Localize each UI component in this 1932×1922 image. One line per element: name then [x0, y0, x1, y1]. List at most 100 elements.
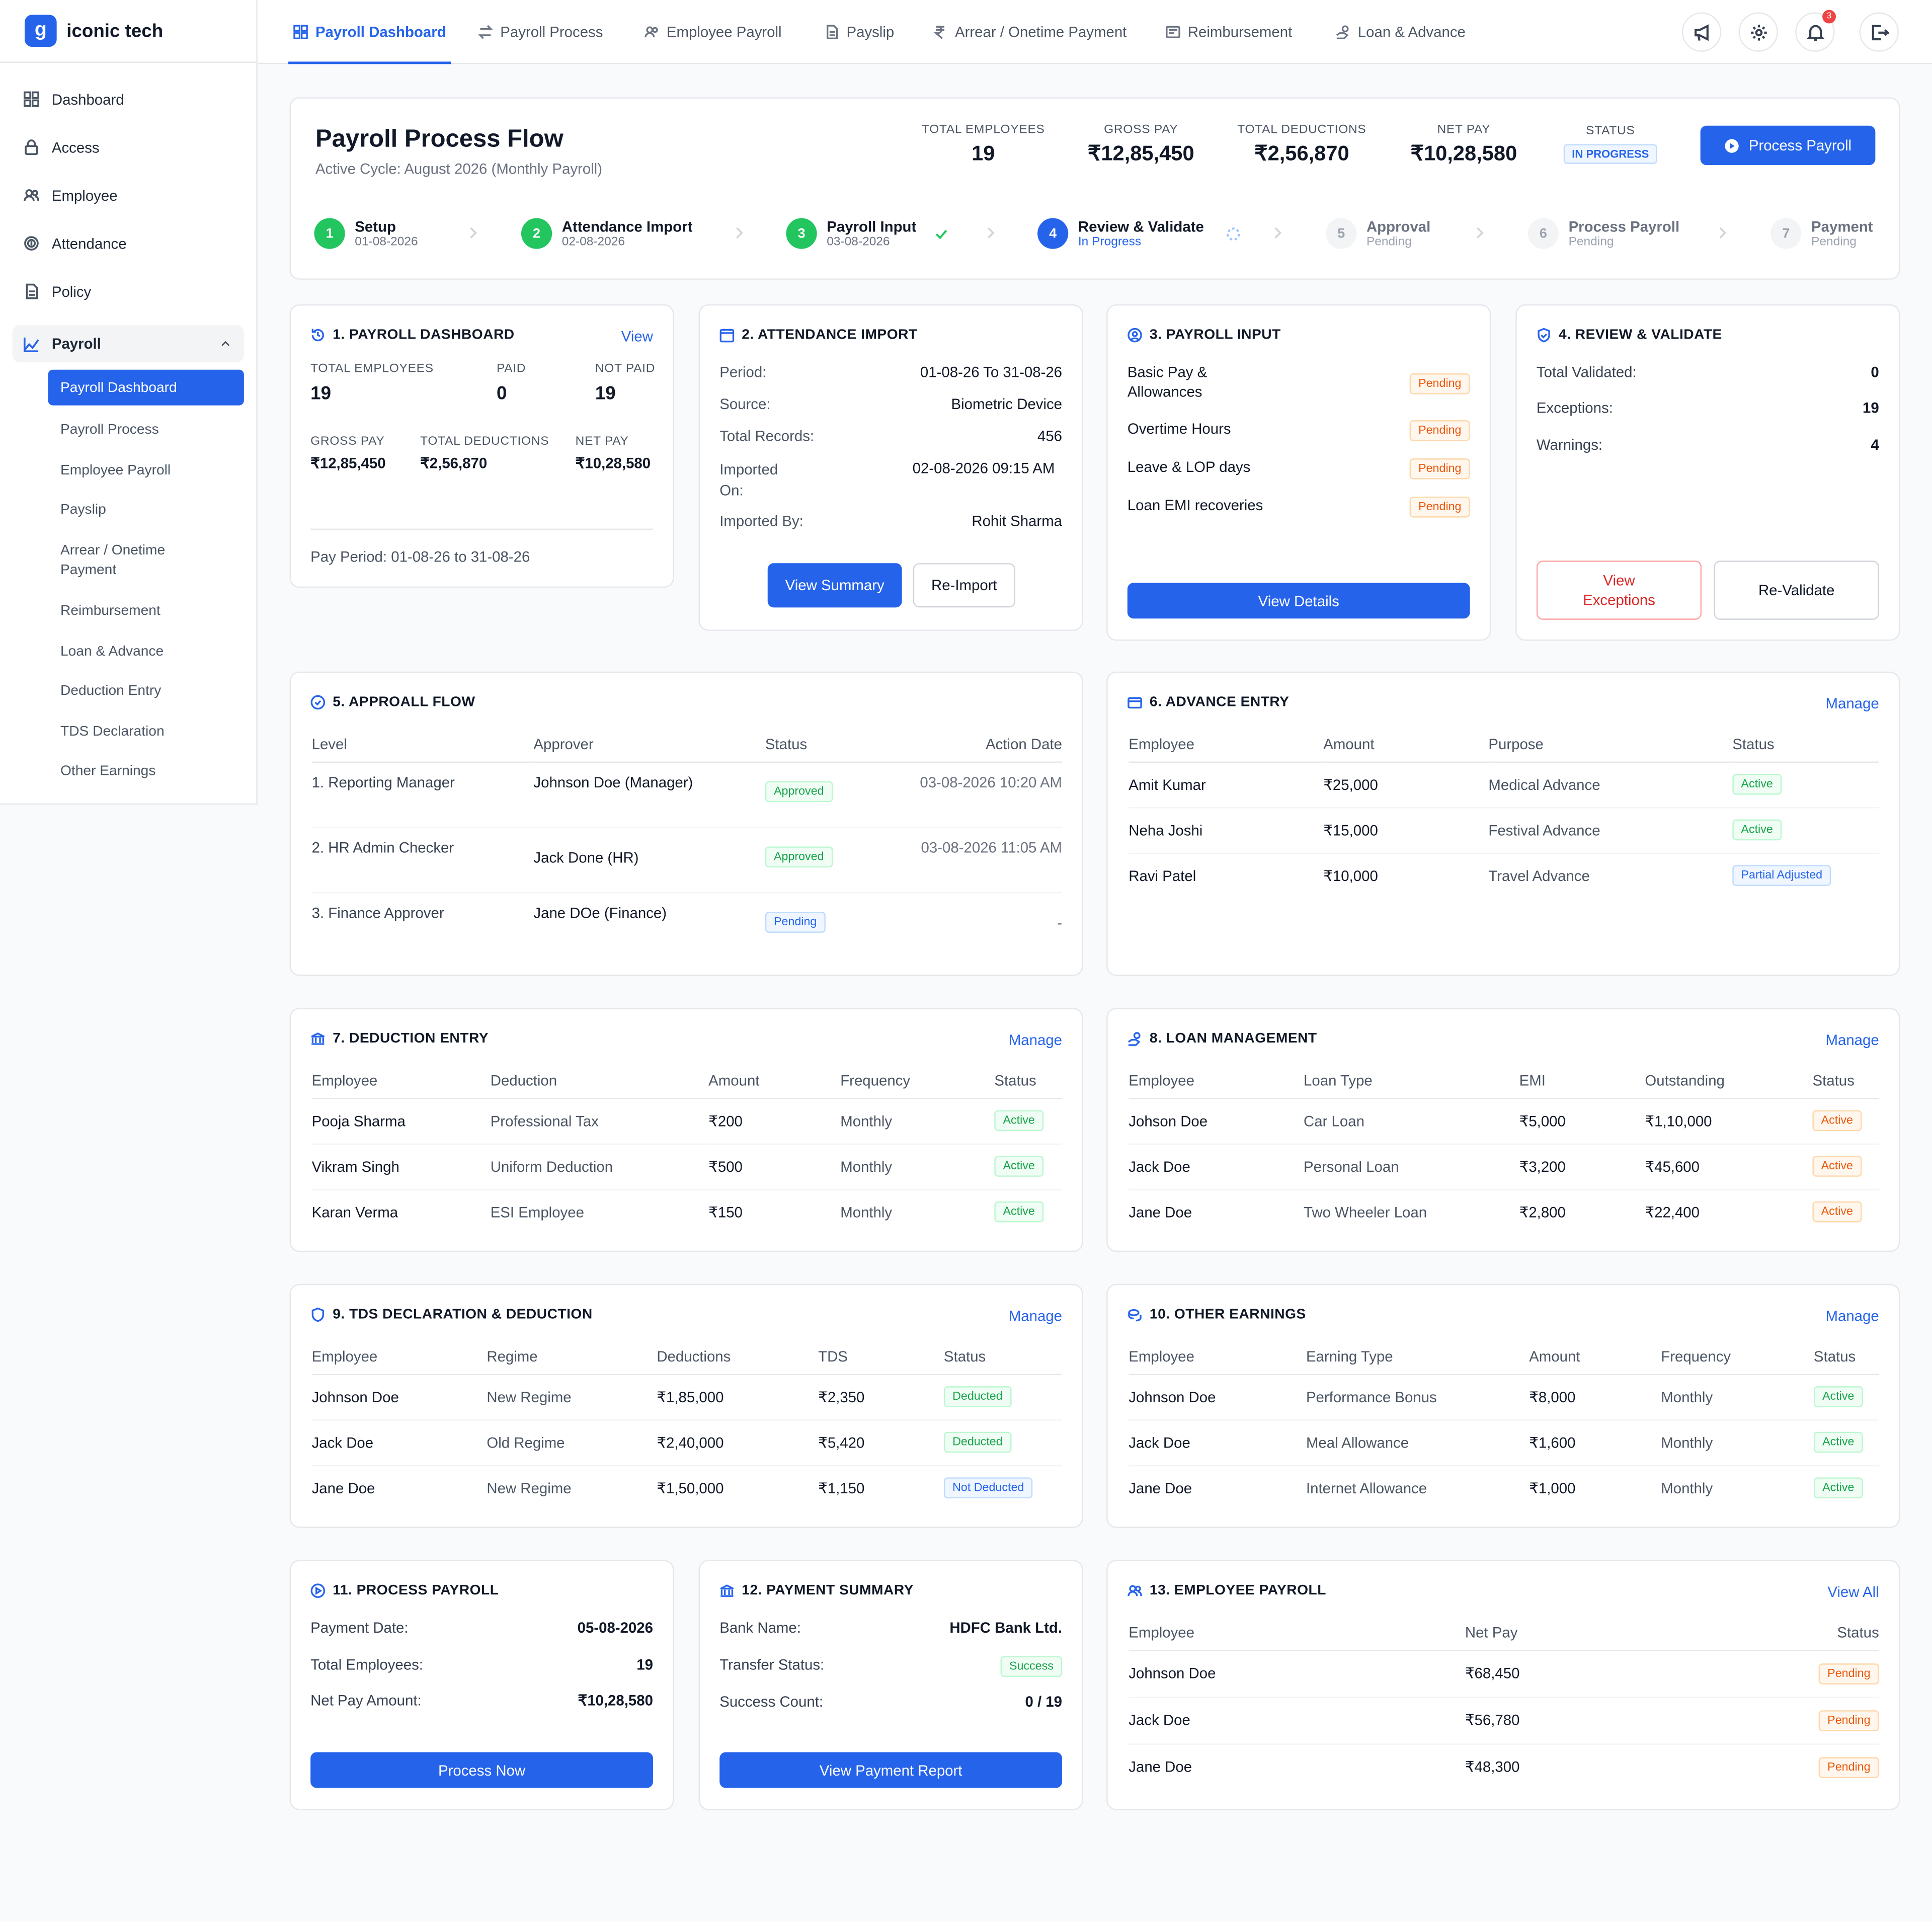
view-all-link[interactable]: View All — [1827, 1583, 1879, 1600]
sidebar-sub-payroll-dashboard[interactable]: Payroll Dashboard — [48, 369, 244, 406]
process-payroll-button[interactable]: Process Payroll — [1700, 125, 1876, 166]
sidebar-item-label: Access — [51, 138, 100, 156]
process-payroll-card: 11. PROCESS PAYROLL Payment Date: 05-08-2… — [289, 1560, 674, 1810]
table-row: Pooja Sharma Professional Tax ₹200 Monthly A… — [311, 1098, 1063, 1144]
view-link[interactable]: View — [621, 328, 653, 345]
status-badge: IN PROGRESS — [1563, 144, 1658, 164]
tab-arrear[interactable]: Arrear / Onetime Payment — [933, 0, 1126, 64]
sidebar: g iconic tech Dashboard Access Employee … — [0, 0, 258, 805]
stat-gross-pay: GROSS PAY ₹12,85,450 — [1087, 123, 1194, 166]
field-value: 05-08-2026 — [577, 1619, 653, 1637]
sidebar-item-label: Employee — [51, 187, 118, 204]
notifications-button[interactable]: 3 — [1795, 10, 1836, 52]
view-exceptions-button[interactable]: View Exceptions — [1536, 560, 1702, 620]
metric-net-pay: NET PAY ₹10,28,580 — [575, 435, 651, 472]
sidebar-item-policy[interactable]: Policy — [12, 267, 244, 315]
process-now-button[interactable]: Process Now — [310, 1752, 653, 1788]
sidebar-item-dashboard[interactable]: Dashboard — [12, 75, 244, 123]
status-badge: Partial Adjusted — [1732, 865, 1831, 887]
status-badge: Pending — [1409, 496, 1470, 518]
field-value: Biometric Device — [951, 395, 1063, 413]
status-badge: Pending — [1409, 458, 1470, 479]
step-approval[interactable]: 5 Approval Pending — [1326, 218, 1430, 249]
sidebar-sub-loan-advance[interactable]: Loan & Advance — [48, 631, 244, 672]
re-import-button[interactable]: Re-Import — [913, 563, 1015, 608]
sidebar-sub-tds-declaration[interactable]: TDS Declaration — [48, 711, 244, 752]
step-payment[interactable]: 7 Payment Pending — [1770, 218, 1873, 249]
sidebar-sub-other-earnings[interactable]: Other Earnings — [48, 752, 244, 792]
sidebar-sub-reimbursement[interactable]: Reimbursement — [48, 591, 244, 631]
play-circle-icon — [1725, 138, 1739, 152]
step-attendance-import[interactable]: 2 Attendance Import 02-08-2026 — [521, 218, 692, 249]
card-title: 6. ADVANCE ENTRY — [1128, 695, 1290, 710]
step-process-payroll[interactable]: 6 Process Payroll Pending — [1527, 218, 1679, 249]
table-row: 3. Finance Approver Jane DOe (Finance) Pen… — [312, 892, 1062, 957]
metric-gross-pay: GROSS PAY ₹12,85,450 — [310, 435, 386, 472]
tab-payslip[interactable]: Payslip — [824, 0, 894, 64]
lock-icon — [25, 139, 38, 155]
manage-link[interactable]: Manage — [1009, 1307, 1062, 1324]
sidebar-item-label: Dashboard — [51, 91, 124, 108]
page-subtitle: Active Cycle: August 2026 (Monthly Payro… — [315, 160, 603, 178]
status-badge: Pending — [1819, 1709, 1879, 1731]
bank-icon — [720, 1584, 734, 1597]
status-badge: Not Deducted — [943, 1477, 1033, 1499]
settings-button[interactable] — [1738, 12, 1778, 52]
sidebar-sub-employee-payroll[interactable]: Employee Payroll — [48, 450, 244, 491]
status-badge: Active — [994, 1202, 1043, 1223]
announcement-button[interactable] — [1681, 12, 1722, 52]
sidebar-item-attendance[interactable]: Attendance — [12, 219, 244, 268]
field-value: 19 — [1863, 399, 1879, 417]
sidebar-group-label: Payroll — [51, 335, 101, 353]
sidebar-item-access[interactable]: Access — [12, 123, 244, 172]
view-summary-button[interactable]: View Summary — [767, 563, 902, 608]
manage-link[interactable]: Manage — [1009, 1031, 1062, 1049]
view-payment-report-button[interactable]: View Payment Report — [719, 1752, 1063, 1788]
field-label: Transfer Status: — [719, 1656, 825, 1673]
status-badge: Active — [1732, 819, 1782, 841]
tab-payroll-process[interactable]: Payroll Process — [478, 0, 603, 64]
manage-link[interactable]: Manage — [1825, 695, 1879, 712]
approval-table: Level Approver Status Action Date 1. Report… — [311, 732, 1063, 957]
deduction-table: Employee Deduction Amount Frequency Status P… — [311, 1068, 1063, 1235]
page-title: Payroll Process Flow — [315, 125, 564, 153]
earnings-table: Employee Earning Type Amount Frequency Statu… — [1129, 1344, 1879, 1511]
payroll-dashboard-card: 1. PAYROLL DASHBOARD View TOTAL EMPLOYEE… — [289, 304, 674, 588]
deduction-entry-card: 7. DEDUCTION ENTRY Manage Employee Deduct… — [289, 1008, 1083, 1252]
status-badge: Active — [1812, 1110, 1862, 1132]
tab-reimbursement[interactable]: Reimbursement — [1166, 0, 1293, 64]
grid-icon — [293, 25, 308, 39]
metric-total-employees: TOTAL EMPLOYEES 19 — [310, 362, 434, 405]
manage-link[interactable]: Manage — [1825, 1031, 1879, 1049]
step-review-validate[interactable]: 4 Review & Validate In Progress — [1037, 218, 1241, 249]
manage-link[interactable]: Manage — [1825, 1307, 1879, 1324]
sidebar-sub-arrear[interactable]: Arrear / Onetime Payment — [48, 531, 196, 591]
tab-employee-payroll[interactable]: Employee Payroll — [645, 0, 782, 64]
sidebar-sub-deduction-entry[interactable]: Deduction Entry — [48, 672, 244, 712]
hand-coin-icon — [1336, 25, 1349, 39]
table-row: Jack Doe Personal Loan ₹3,200 ₹45,600 Active — [1129, 1143, 1879, 1190]
divider — [310, 528, 653, 530]
field-label: Total Records: — [719, 427, 815, 445]
view-details-button[interactable]: View Details — [1127, 583, 1470, 619]
tab-label: Employee Payroll — [666, 23, 782, 41]
status-badge: Active — [1813, 1431, 1863, 1453]
sidebar-item-employee[interactable]: Employee — [12, 171, 244, 219]
tab-payroll-dashboard[interactable]: Payroll Dashboard — [288, 0, 451, 64]
re-validate-button[interactable]: Re-Validate — [1714, 560, 1879, 620]
sidebar-group-payroll[interactable]: Payroll — [12, 325, 244, 363]
sidebar-sub-payslip[interactable]: Payslip — [48, 491, 244, 531]
tab-loan-advance[interactable]: Loan & Advance — [1336, 0, 1466, 64]
step-payroll-input[interactable]: 3 Payroll Input 03-08-2026 — [786, 218, 948, 249]
status-badge: Active — [1732, 773, 1782, 795]
step-setup[interactable]: 1 Setup 01-08-2026 — [314, 218, 418, 249]
history-icon — [311, 329, 324, 342]
logout-button[interactable] — [1859, 12, 1899, 52]
sidebar-sub-payroll-process[interactable]: Payroll Process — [48, 411, 244, 451]
input-item-label: Basic Pay & Allowances — [1127, 363, 1208, 401]
logout-icon — [1871, 24, 1889, 40]
calendar-icon — [719, 329, 735, 343]
card-title: 9. TDS DECLARATION & DEDUCTION — [310, 1307, 593, 1322]
loan-table: Employee Loan Type EMI Outstanding Status Jo… — [1129, 1068, 1879, 1235]
tab-label: Reimbursement — [1187, 23, 1293, 41]
